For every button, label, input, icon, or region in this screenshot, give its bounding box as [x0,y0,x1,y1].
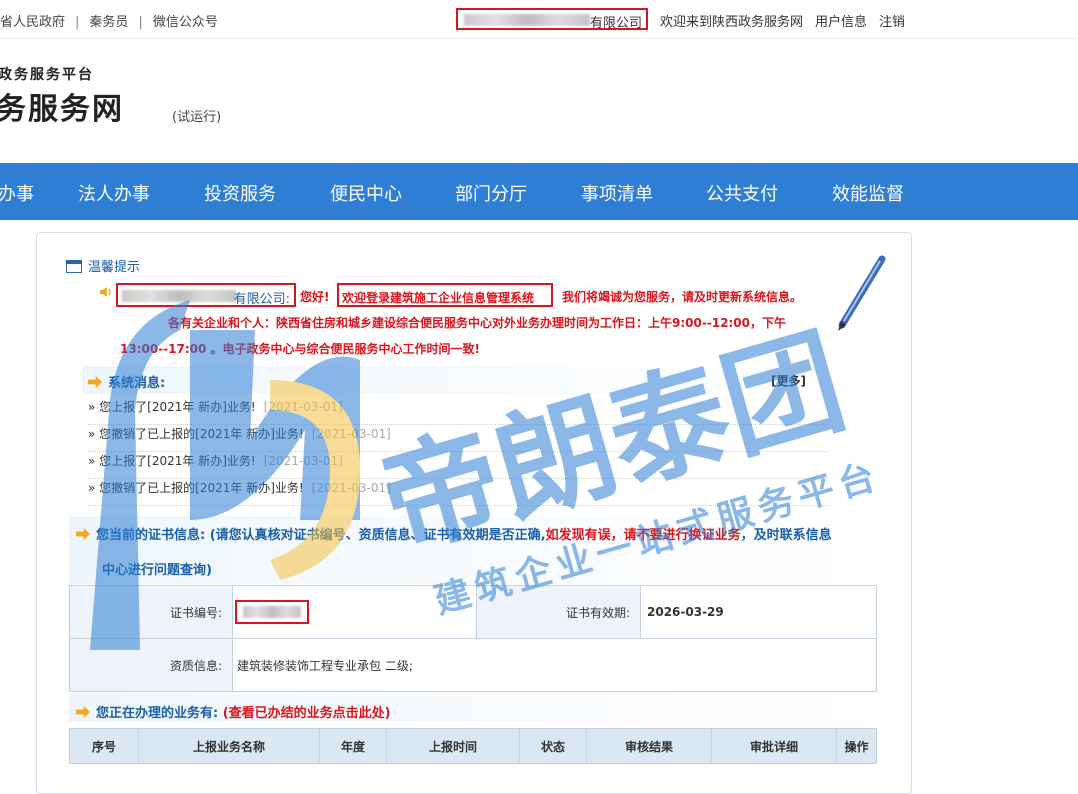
message-item[interactable]: » 您上报了[2021年 新办]业务! [2021-03-01] [88,452,828,479]
nav-item-item-list[interactable]: 事项清单 [581,180,653,206]
link-wechat[interactable]: 微信公众号 [153,11,218,30]
nav-item-supervision[interactable]: 效能监督 [832,180,904,206]
trial-label: (试运行) [172,110,222,125]
cert-title: 您当前的证书信息: (请您认真核对证书编号、资质信息、证书有效期是否正确,如发现… [76,524,832,543]
system-messages-header [82,366,812,394]
logout-link[interactable]: 注销 [879,15,905,30]
blurred-cert-no [243,606,301,618]
arrow-icon [88,376,102,388]
nav-item-convenience[interactable]: 便民中心 [330,180,402,206]
cert-hint-line2: 中心进行问题查询) [102,563,212,578]
cert-qual-label: 资质信息: [69,638,233,692]
col-header: 审核结果 [586,728,712,764]
message-item[interactable]: » 您撤销了已上报的[2021年 新办]业务! [2021-03-01] [88,479,828,506]
cert-no-highlight [235,600,309,624]
pen-icon [838,255,886,331]
user-info-link[interactable]: 用户信息 [815,15,867,30]
nav-item-departments[interactable]: 部门分厅 [455,180,527,206]
brand-subtitle: 政务服务平台 [0,67,94,83]
cert-valid-label: 证书有效期: [476,585,641,639]
welcome-text: 欢迎来到陕西政务服务网 [660,15,804,30]
cert-valid-value: 2026-03-29 [640,585,877,639]
link-provincial-gov[interactable]: 省人民政府 [0,11,65,30]
blurred-company-name [464,14,590,26]
top-right-links: 欢迎来到陕西政务服务网 用户信息 注销 [660,11,917,30]
cert-qual-value: 建筑装修装饰工程专业承包 二级; [232,638,877,692]
brand-title: 务服务网 [0,92,124,127]
welcome-highlight: 欢迎登录建筑施工企业信息管理系统 [337,283,553,307]
blurred-company-name [122,290,236,302]
col-header: 序号 [69,728,139,764]
cert-hint-red: 如发现有误，请不要进行换证业务 [545,528,741,543]
main-nav: 办事 法人办事 投资服务 便民中心 部门分厅 事项清单 公共支付 效能监督 [0,163,1078,220]
company-name-highlight: 有限公司 [456,8,648,31]
col-header: 审批详细 [711,728,837,764]
tip-notice-line2: 13:00--17:00 。电子政务中心与综合便民服务中心工作时间一致! [120,342,481,356]
arrow-icon [76,528,90,540]
col-header: 上报业务名称 [138,728,320,764]
message-item[interactable]: » 您上报了[2021年 新办]业务! [2021-03-01] [88,398,828,425]
col-header: 年度 [319,728,387,764]
window-icon [66,260,82,273]
col-header: 操作 [836,728,877,764]
nav-item-corporate[interactable]: 法人办事 [78,180,150,206]
cert-no-value [232,585,477,639]
nav-item-personal[interactable]: 办事 [0,180,34,206]
system-messages-title: 系统消息: [88,372,165,391]
tip-company-highlight: 有限公司: [116,283,296,307]
tip-company-suffix: 有限公司: [233,292,290,307]
nav-item-investment[interactable]: 投资服务 [204,180,276,206]
business-title: 您正在办理的业务有: (查看已办结的业务点击此处) [76,702,391,721]
col-header: 状态 [519,728,587,764]
tip-welcome: 欢迎登录建筑施工企业信息管理系统 [342,291,535,305]
tip-title: 温馨提示 [66,256,140,275]
top-links: 省人民政府 | 秦务员 | 微信公众号 [0,11,218,30]
cert-info-table: 证书编号: 证书有效期: 2026-03-29 资质信息: 建筑装修装饰工程专业… [69,585,877,692]
speaker-icon [100,287,111,297]
arrow-icon [76,706,90,718]
nav-item-payment[interactable]: 公共支付 [706,180,778,206]
company-name-suffix: 有限公司 [589,16,642,31]
tip-notice-line1: 各有关企业和个人：陕西省住房和城乡建设综合便民服务中心对外业务办理时间为工作日：… [168,316,787,330]
link-qinwuyuan[interactable]: 秦务员 [89,11,128,30]
top-bar: 省人民政府 | 秦务员 | 微信公众号 有限公司 欢迎来到陕西政务服务网 用户信息 注销 [0,0,1078,39]
finished-business-link[interactable]: (查看已办结的业务点击此处) [223,706,391,721]
cert-hint-a: (请您认真核对证书编号、资质信息、证书有效期是否正确, [209,528,546,543]
col-header: 上报时间 [386,728,520,764]
cert-hint-b: ，及时联系信息 [740,528,832,543]
business-table: 序号 上报业务名称 年度 上报时间 状态 审核结果 审批详细 操作 [69,728,877,764]
tip-promise: 我们将竭诚为您服务，请及时更新系统信息。 [562,290,803,304]
message-item[interactable]: » 您撤销了已上报的[2021年 新办]业务! [2021-03-01] [88,425,828,452]
more-link[interactable]: [更多] [771,372,806,389]
tip-hello: 您好! [300,290,330,304]
cert-no-label: 证书编号: [69,585,233,639]
